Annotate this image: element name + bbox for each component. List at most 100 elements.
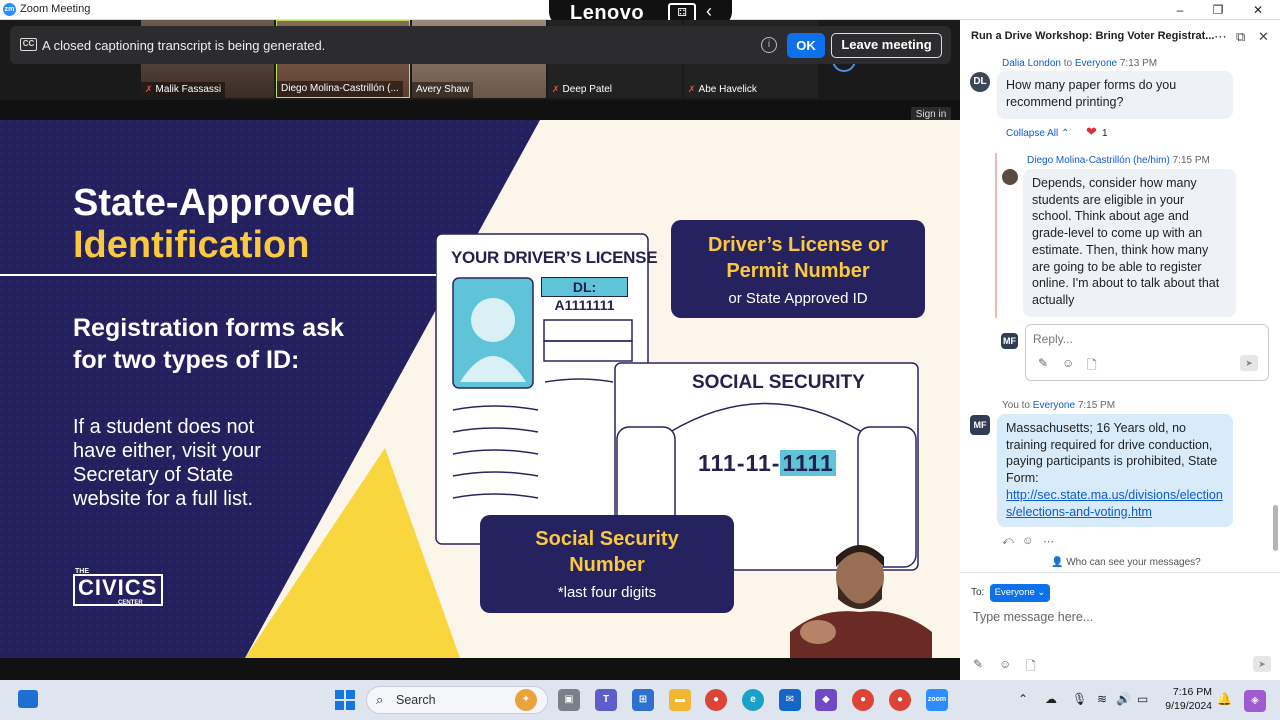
message-time: 7:13 PM	[1119, 58, 1158, 69]
callout-heading: Social Security	[535, 528, 679, 550]
file-icon[interactable]: 🗋	[1087, 356, 1097, 377]
slide-title-highlight: Identification	[73, 224, 310, 266]
widgets-icon[interactable]	[18, 690, 38, 708]
format-icon[interactable]: ✎	[973, 657, 983, 671]
civics-logo-text: CIVICS	[78, 575, 158, 600]
more-options-icon[interactable]: ⋯	[1214, 29, 1227, 45]
clock-time[interactable]: 7:16 PM	[1172, 686, 1212, 698]
emoji-icon[interactable]: ☺	[1062, 356, 1074, 370]
avatar: MF	[1001, 333, 1018, 349]
info-icon[interactable]: i	[761, 37, 777, 53]
close-icon[interactable]: ✕	[1250, 2, 1266, 18]
sender-name[interactable]: Diego Molina-Castrillón (he/him)	[1027, 155, 1170, 166]
slide-paragraph: website for a full list.	[73, 488, 254, 510]
chat-message[interactable]: Massachusetts; 16 Years old, no training…	[997, 414, 1233, 527]
copilot-icon[interactable]: ◆	[815, 689, 837, 711]
file-icon[interactable]: 🗋	[1026, 657, 1036, 678]
task-view-icon[interactable]: ▣	[558, 689, 580, 711]
slide-paragraph: Secretary of State	[73, 464, 234, 486]
notification-icon[interactable]: 🔔	[1217, 692, 1232, 706]
chevron-down-icon: ⌄	[1037, 587, 1046, 598]
file-explorer-icon[interactable]: ▬	[669, 689, 691, 711]
send-icon[interactable]: ➤	[1240, 355, 1258, 371]
more-icon[interactable]: ⋯	[1043, 535, 1054, 548]
participant-name: Deep Patel	[562, 84, 613, 95]
start-icon[interactable]	[335, 690, 355, 710]
mail-icon[interactable]: ✉	[779, 689, 801, 711]
maximize-icon[interactable]: ❐	[1210, 2, 1226, 18]
callout-license: Driver’s License or Permit Number or Sta…	[671, 220, 925, 318]
search-highlight-icon[interactable]: ✦	[515, 689, 537, 711]
recipient-name[interactable]: Everyone	[1075, 58, 1117, 69]
teams-icon[interactable]: T	[595, 689, 617, 711]
ss-card-number: 111-11-1111	[698, 450, 836, 477]
collapse-all-button[interactable]: Collapse All ⌃	[1006, 128, 1069, 139]
callout-heading: Driver’s License or	[707, 234, 889, 256]
slide-paragraph: have either, visit your	[73, 440, 261, 462]
people-icon: 👤	[1051, 557, 1064, 568]
clock-date[interactable]: 9/19/2024	[1162, 700, 1212, 712]
chat-title: Run a Drive Workshop: Bring Voter Regist…	[971, 30, 1215, 42]
reply-icon[interactable]: ⤺	[1002, 535, 1014, 548]
chrome-icon[interactable]: ●	[705, 689, 727, 711]
wifi-icon[interactable]: ≋	[1097, 692, 1107, 706]
search-label: Search	[396, 693, 436, 707]
emoji-icon[interactable]: ☺	[999, 657, 1011, 671]
collapse-all-label: Collapse All	[1006, 128, 1059, 139]
edge-icon[interactable]: e	[742, 689, 764, 711]
chevron-up-icon[interactable]: ⌃	[1018, 692, 1028, 706]
caption-banner-text: A closed captioning transcript is being …	[42, 38, 326, 53]
recipient-select[interactable]: Everyone ⌄	[990, 584, 1050, 602]
message-input[interactable]: Type message here...	[973, 610, 1093, 624]
battery-icon[interactable]: ▭	[1137, 692, 1148, 706]
callout-note: *last four digits	[557, 584, 657, 601]
cloud-icon[interactable]: ☁	[1045, 692, 1057, 706]
chevron-left-icon[interactable]: ‹	[706, 1, 712, 22]
close-chat-icon[interactable]: ✕	[1258, 29, 1269, 45]
divider	[0, 100, 960, 120]
heart-reaction-icon[interactable]: ❤	[1086, 124, 1097, 140]
leave-meeting-button[interactable]: Leave meeting	[831, 33, 942, 58]
chat-scrollbar[interactable]	[1273, 505, 1278, 551]
sender-name[interactable]: Dalia London	[1002, 58, 1061, 69]
chat-message[interactable]: Depends, consider how many students are …	[1023, 169, 1236, 317]
speaker-video[interactable]	[790, 537, 932, 658]
participant-name: Avery Shaw	[416, 84, 470, 95]
zoom-taskbar-icon[interactable]: zoom	[926, 689, 948, 711]
recipient-name[interactable]: Everyone	[1033, 400, 1075, 411]
add-reaction-icon[interactable]: ☺	[1022, 535, 1033, 547]
ok-button[interactable]: OK	[787, 33, 825, 58]
callout-ssn: Social Security Number *last four digits	[480, 515, 734, 613]
format-icon[interactable]: ✎	[1038, 356, 1048, 370]
chrome-profile-icon[interactable]: ●	[852, 689, 874, 711]
message-time: 7:15 PM	[1077, 400, 1116, 411]
chat-message-link[interactable]: http://sec.state.ma.us/divisions/electio…	[1006, 487, 1224, 520]
who-can-see-label: Who can see your messages?	[1066, 557, 1201, 568]
callout-heading: Number	[569, 554, 645, 576]
video-bottom-bar	[0, 658, 960, 680]
sender-name: You	[1002, 400, 1019, 411]
slide-subtitle: Registration forms ask	[73, 314, 344, 342]
copilot-app-icon[interactable]: ◈	[1244, 690, 1266, 712]
zoom-logo-icon: zm	[3, 3, 16, 16]
pop-out-icon[interactable]: ⧉	[1236, 29, 1245, 45]
who-can-see-link[interactable]: 👤 Who can see your messages?	[1051, 557, 1201, 568]
ss-card-title: SOCIAL SECURITY	[692, 372, 865, 393]
to-word: to	[1021, 400, 1030, 411]
mic-off-icon: ✗	[145, 84, 153, 94]
message-meta: Diego Molina-Castrillón (he/him) 7:15 PM	[1027, 155, 1210, 166]
chat-message[interactable]: How many paper forms do you recommend pr…	[997, 71, 1233, 119]
callout-heading: Permit Number	[726, 260, 870, 282]
volume-icon[interactable]: 🔊	[1116, 692, 1131, 706]
send-icon[interactable]: ➤	[1253, 656, 1271, 672]
chrome-profile-icon[interactable]: ●	[889, 689, 911, 711]
message-meta: You to Everyone 7:15 PM	[1002, 400, 1115, 411]
microphone-icon[interactable]: 🎙	[1072, 692, 1087, 706]
ss-number-last-four: 1111	[780, 450, 836, 476]
store-icon[interactable]: ⊞	[632, 689, 654, 711]
reply-placeholder: Reply...	[1033, 332, 1073, 346]
window-title: Zoom Meeting	[20, 3, 91, 15]
license-number-tag: DL: A1111111	[541, 277, 628, 313]
ss-number-prefix: 111-11-	[698, 450, 781, 476]
minimize-icon[interactable]: –	[1172, 2, 1188, 18]
